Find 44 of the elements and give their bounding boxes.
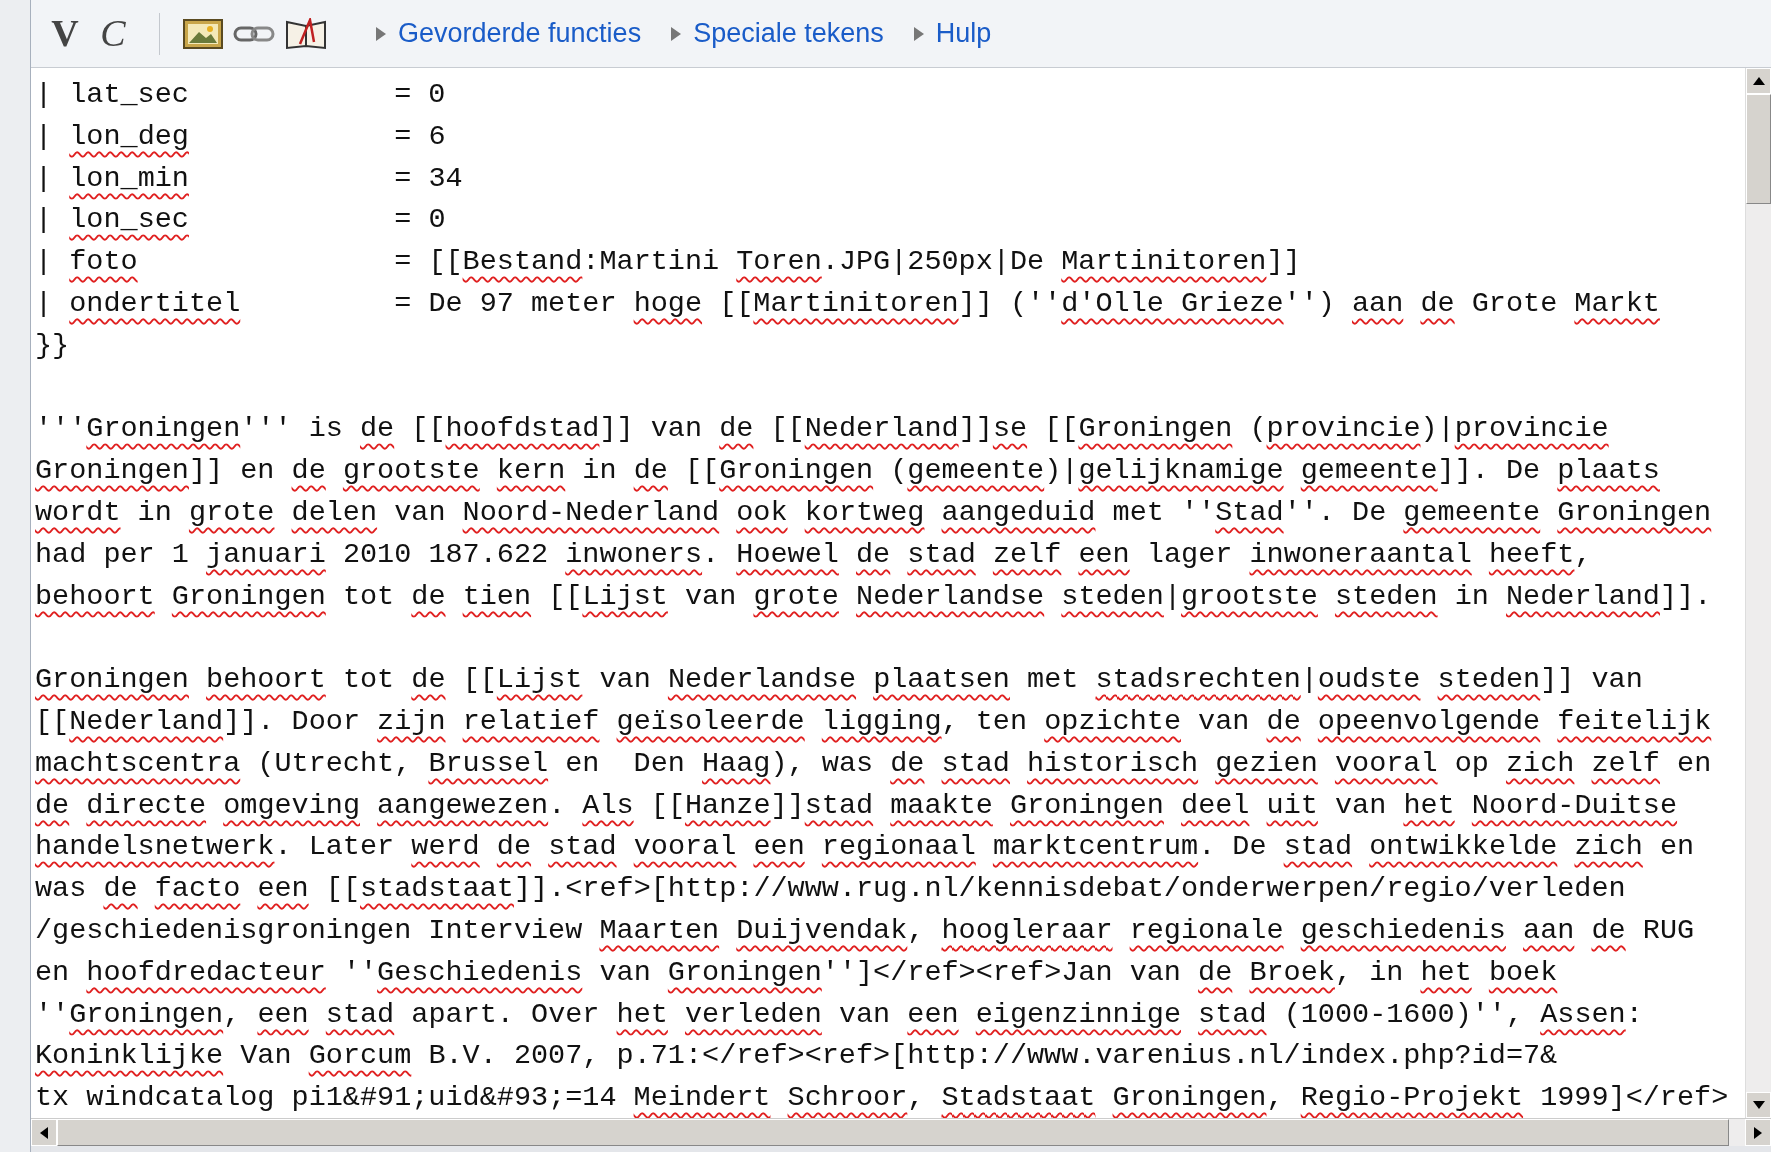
triangle-icon [671, 26, 682, 41]
text-line: | ondertitel = De 97 meter hoge [[Martinitoren]] (''d'Olle Grieze'') aan de Grote Markt [35, 286, 1661, 322]
text-line: /geschiedenisgroningen Interview Maarten Duijvendak, hoogleraar regionale geschiedenis aan de RUG [35, 912, 1696, 949]
vertical-scrollbar[interactable] [1745, 68, 1771, 1118]
text-line: | foto = [[Bestand:Martini Toren.JPG|250px|De Martinitoren]] [35, 244, 1302, 281]
text-line: | lon_deg = 6 [35, 118, 447, 155]
scroll-up-button[interactable] [1746, 68, 1771, 94]
scroll-down-button[interactable] [1746, 1092, 1771, 1118]
section-link[interactable]: Speciale tekens [693, 13, 884, 54]
left-arrow-icon [40, 1126, 48, 1139]
section-link[interactable]: Gevorderde functies [398, 13, 642, 54]
text-line: ''Groningen, een stad apart. Over het verleden van een eigenzinnige stad (1000-1600)'', Assen: [35, 996, 1644, 1033]
text-line: wordt in grote delen van Noord-Nederland ook kortweg aangeduid met ''Stad''. De gemeente Groningen [35, 494, 1713, 531]
text-line: | lon_sec = 0 [35, 202, 447, 239]
triangle-icon [376, 26, 386, 41]
down-arrow-icon [1752, 1101, 1765, 1109]
bold-button[interactable]: V [43, 11, 87, 56]
text-line: | lon_min = 34 [35, 160, 464, 197]
chain-link-icon[interactable] [233, 24, 275, 43]
text-line: was de facto een [[stadstaat]].<ref>[http://www.rug.nl/kennisdebat/onderwerpen/regio/verleden [35, 871, 1627, 908]
scrollbar-thumb[interactable] [1746, 94, 1771, 204]
text-line: handelsnetwerk. Later werd de stad vooral een regionaal marktcentrum. De stad ontwikkelde zich en [35, 829, 1696, 866]
text-line: tx windcatalog pi1&#91;uid&#93;=14 Meindert Schroor, Stadstaat Groningen, Regio-Projekt 1999]</ref> [35, 1080, 1730, 1117]
text-line: [[Nederland]]. Door zijn relatief geïsoleerde ligging, ten opzichte van de opeenvolgende feitelijk [35, 703, 1713, 740]
right-arrow-icon [1754, 1126, 1762, 1139]
text-line: en hoofdredacteur ''Geschiedenis van Groningen'']</ref><ref>Jan van de Broek, in het boek [35, 954, 1559, 991]
text-line: '''Groningen''' is de [[hoofdstad]] van de [[Nederland]]se [[Groningen (provincie)|provincie [35, 411, 1610, 448]
scroll-left-button[interactable] [31, 1119, 57, 1146]
up-arrow-icon [1752, 77, 1765, 85]
text-line: | lat_sec = 0 [35, 77, 447, 113]
picture-icon[interactable] [183, 18, 223, 49]
scroll-right-button[interactable] [1745, 1119, 1771, 1146]
text-line: machtscentra (Utrecht, Brussel en Den Haag), was de stad historisch gezien vooral op zich zelf en [35, 745, 1713, 782]
section-link[interactable]: Hulp [935, 13, 992, 54]
text-line: Groningen behoort tot de [[Lijst van Nederlandse plaatsen met stadsrechten|oudste steden]] van [35, 662, 1644, 699]
italic-button[interactable]: C [91, 11, 135, 56]
text-line: had per 1 januari 2010 187.622 inwoners. Hoewel de stad zelf een lager inwoneraantal heeft, [35, 536, 1593, 573]
text-line: }} [35, 327, 71, 364]
text-line: de directe omgeving aangewezen. Als [[Hanze]]stad maakte Groningen deel uit van het Noord-Duitse [35, 787, 1679, 824]
text-line: behoort Groningen tot de tien [[Lijst van grote Nederlandse steden|grootste steden in Nederland]]. [35, 578, 1713, 615]
text-line: Groningen]] en de grootste kern in de [[Groningen (gemeente)|gelijknamige gemeente]]. De plaats [35, 453, 1661, 490]
text-line: Koninklijke Van Gorcum B.V. 2007, p.71:</ref><ref>[http://www.varenius.nl/index.php?id=7& [35, 1038, 1559, 1075]
book-icon[interactable] [285, 17, 327, 50]
triangle-icon [913, 26, 924, 41]
